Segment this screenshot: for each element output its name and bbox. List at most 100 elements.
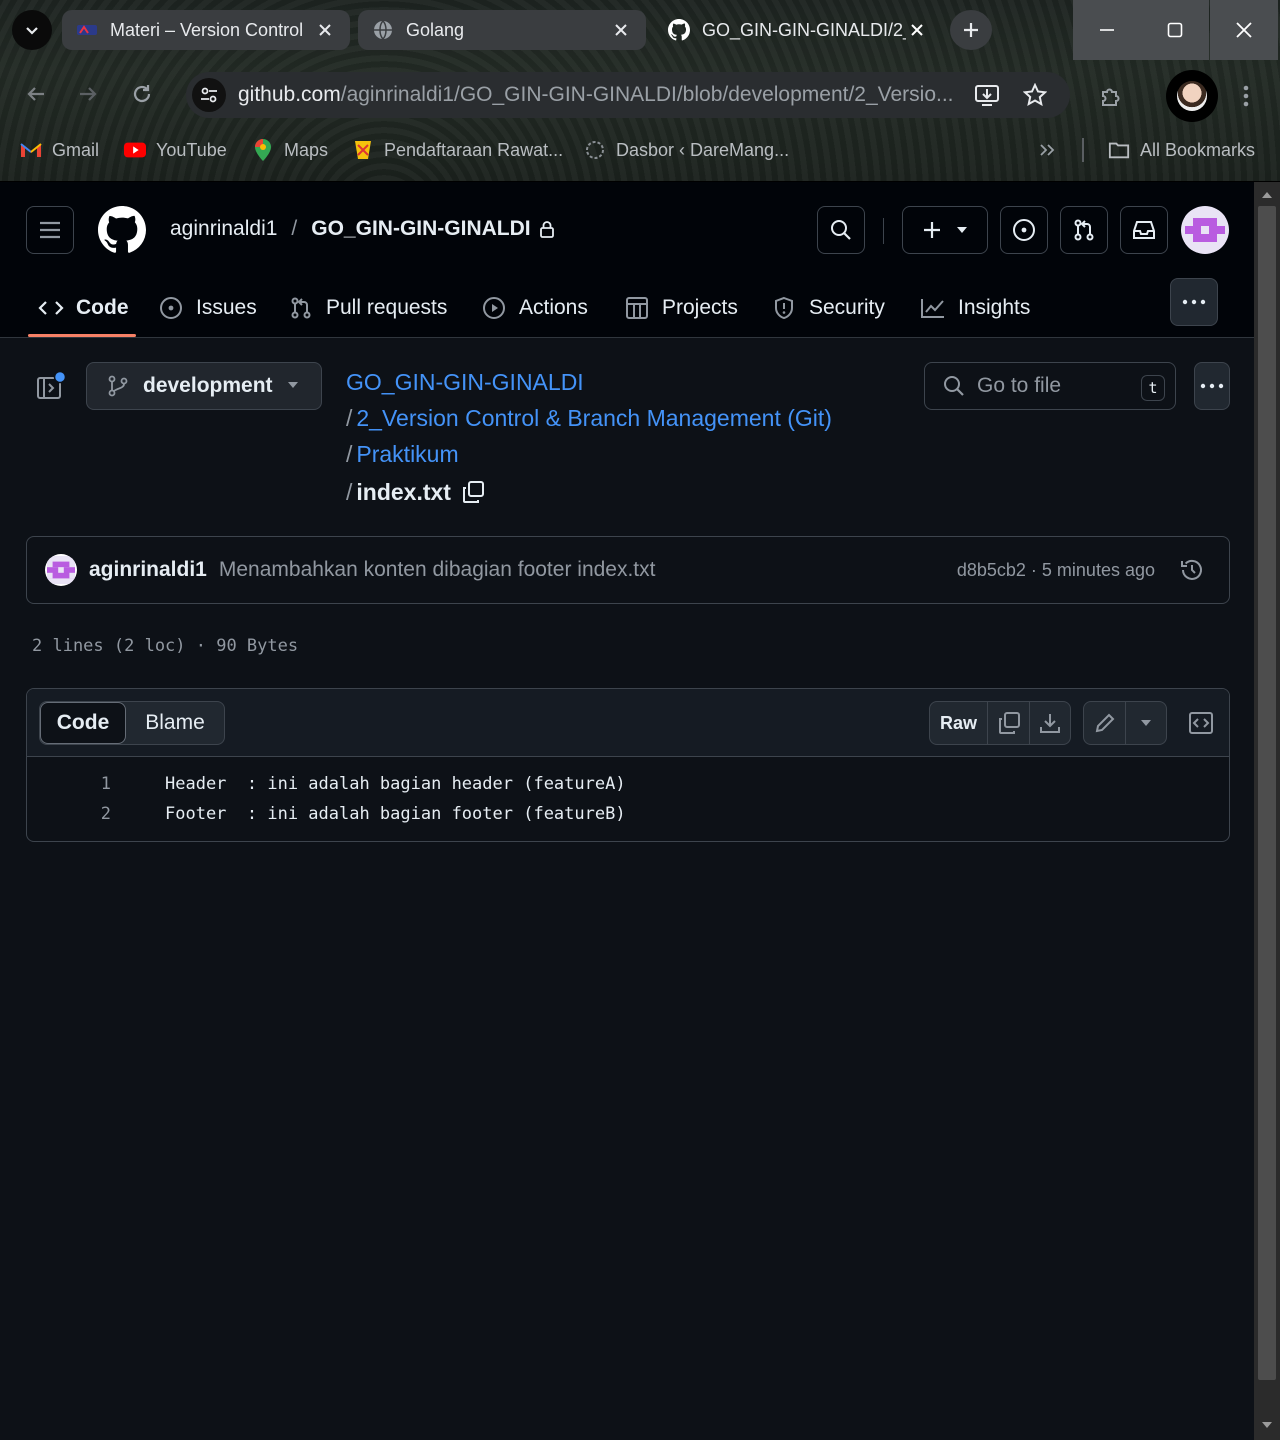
tab-actions[interactable]: Actions [481,278,588,338]
minimize-window-button[interactable] [1073,0,1141,60]
edit-file-button[interactable] [1084,702,1126,744]
bookmark-youtube[interactable]: YouTube [124,136,227,164]
tab-insights[interactable]: Insights [920,278,1030,338]
bookmark-maps[interactable]: Maps [252,136,328,164]
back-button[interactable] [16,74,56,114]
github-header: aginrinaldi1 / GO_GIN-GIN-GINALDI Code I… [0,182,1254,338]
branch-selector[interactable]: development [86,362,322,410]
tab-materi[interactable]: Materi – Version Control [62,10,350,50]
issue-icon [1012,218,1036,242]
repo-name-link[interactable]: GO_GIN-GIN-GINALDI [311,217,530,241]
branch-name: development [143,374,273,397]
create-new-button[interactable] [902,206,988,254]
forward-button[interactable] [68,74,108,114]
tab-projects[interactable]: Projects [624,278,738,338]
search-button[interactable] [817,206,865,254]
hamburger-icon [39,221,61,239]
raw-button[interactable]: Raw [930,702,988,744]
commit-author-avatar[interactable] [45,554,77,586]
github-favicon-icon [668,19,690,41]
reload-icon [131,83,153,105]
go-to-file-input[interactable]: Go to file t [924,362,1176,410]
shield-icon [771,295,797,321]
copy-raw-button[interactable] [988,702,1030,744]
tab-issues[interactable]: Issues [158,278,257,338]
download-icon [1039,712,1061,734]
bookmark-label: Maps [284,139,329,160]
sidebar-expand-icon [34,370,68,402]
file-content-box: Code Blame Raw 1 Header: ini adalah bag… [26,688,1230,842]
extensions-button[interactable] [1093,78,1129,114]
bookmark-gmail[interactable]: Gmail [20,136,99,164]
bookmark-favicon [352,139,374,161]
line-content: Header : ini adalah bagian header (featu… [165,774,626,794]
scroll-up-arrow-icon[interactable] [1260,188,1274,202]
profile-avatar[interactable] [1166,70,1218,122]
line-number[interactable]: 2 [27,804,111,824]
close-window-button[interactable] [1210,0,1278,60]
line-number[interactable]: 1 [27,774,111,794]
page-scrollbar[interactable] [1254,182,1280,1440]
more-bookmarks-button[interactable] [1036,136,1068,164]
repo-breadcrumb: aginrinaldi1 / GO_GIN-GIN-GINALDI [170,217,555,241]
all-bookmarks-button[interactable]: All Bookmarks [1108,136,1255,164]
commit-sha-and-time[interactable]: d8b5cb2 · 5 minutes ago [957,560,1155,581]
edit-options-button[interactable] [1126,702,1166,744]
maximize-window-button[interactable] [1141,0,1209,60]
reload-button[interactable] [122,74,162,114]
github-logo-icon[interactable] [98,206,148,256]
scroll-down-arrow-icon[interactable] [1260,1418,1274,1432]
path-dir-link[interactable]: Praktikum [356,441,458,467]
bookmark-pendaftaraan[interactable]: Pendaftaraan Rawat... [352,136,563,164]
folder-icon [1108,139,1130,161]
tune-icon [199,85,219,105]
selected-tab-indicator [28,334,136,337]
repo-nav-more-button[interactable] [1170,278,1218,326]
tab-golang[interactable]: Golang [358,10,646,50]
bookmark-label: YouTube [156,139,227,160]
maps-icon [252,139,274,161]
close-tab-icon[interactable] [314,19,336,41]
address-bar[interactable]: github.com/aginrinaldi1/GO_GIN-GIN-GINAL… [186,72,1070,118]
bookmark-label: Pendaftaraan Rawat... [384,139,564,160]
new-tab-button[interactable] [950,10,992,50]
scrollbar-thumb[interactable] [1258,206,1276,1380]
install-app-button[interactable] [972,80,1002,110]
code-view-button[interactable]: Code [40,702,126,744]
lock-icon [539,220,555,238]
close-tab-icon[interactable] [906,19,928,41]
tab-code[interactable]: Code [38,278,129,338]
owner-link[interactable]: aginrinaldi1 [170,217,277,241]
tab-github-active[interactable]: GO_GIN-GIN-GINALDI/2_Version Control [654,10,942,50]
browser-menu-button[interactable] [1234,80,1258,112]
download-raw-button[interactable] [1030,702,1070,744]
blame-view-button[interactable]: Blame [126,702,224,744]
close-tab-icon[interactable] [610,19,632,41]
symbols-panel-button[interactable] [1179,701,1223,745]
url-text[interactable]: github.com/aginrinaldi1/GO_GIN-GIN-GINAL… [238,83,956,107]
path-dir-link[interactable]: 2_Version Control & Branch Management (G… [356,405,832,431]
back-arrow-icon [25,83,47,105]
bookmark-dasbor[interactable]: Dasbor ‹ DareMang... [584,136,789,164]
puzzle-icon [1099,84,1123,108]
copy-path-icon[interactable] [461,480,485,504]
bookmark-star-button[interactable] [1020,80,1050,110]
global-nav-menu-button[interactable] [26,206,74,254]
tab-security[interactable]: Security [771,278,885,338]
notifications-button[interactable] [1120,206,1168,254]
your-pull-requests-button[interactable] [1060,206,1108,254]
url-path: /aginrinaldi1/GO_GIN-GIN-GINALDI/blob/de… [340,83,954,106]
file-more-options-button[interactable] [1194,362,1230,410]
site-info-button[interactable] [192,78,226,112]
current-file-name: index.txt [356,479,451,505]
history-icon[interactable] [1179,557,1205,583]
expand-file-tree-button[interactable] [34,370,68,404]
user-avatar[interactable] [1181,206,1229,254]
tab-pull-requests[interactable]: Pull requests [288,278,447,338]
path-root-link[interactable]: GO_GIN-GIN-GINALDI [346,369,584,395]
browser-chrome: Materi – Version Control Golang GO_GIN-G… [0,0,1280,182]
commit-author-link[interactable]: aginrinaldi1 [89,558,207,582]
tab-search-button[interactable] [12,10,52,50]
commit-message-link[interactable]: Menambahkan konten dibagian footer index… [219,558,656,582]
your-issues-button[interactable] [1000,206,1048,254]
